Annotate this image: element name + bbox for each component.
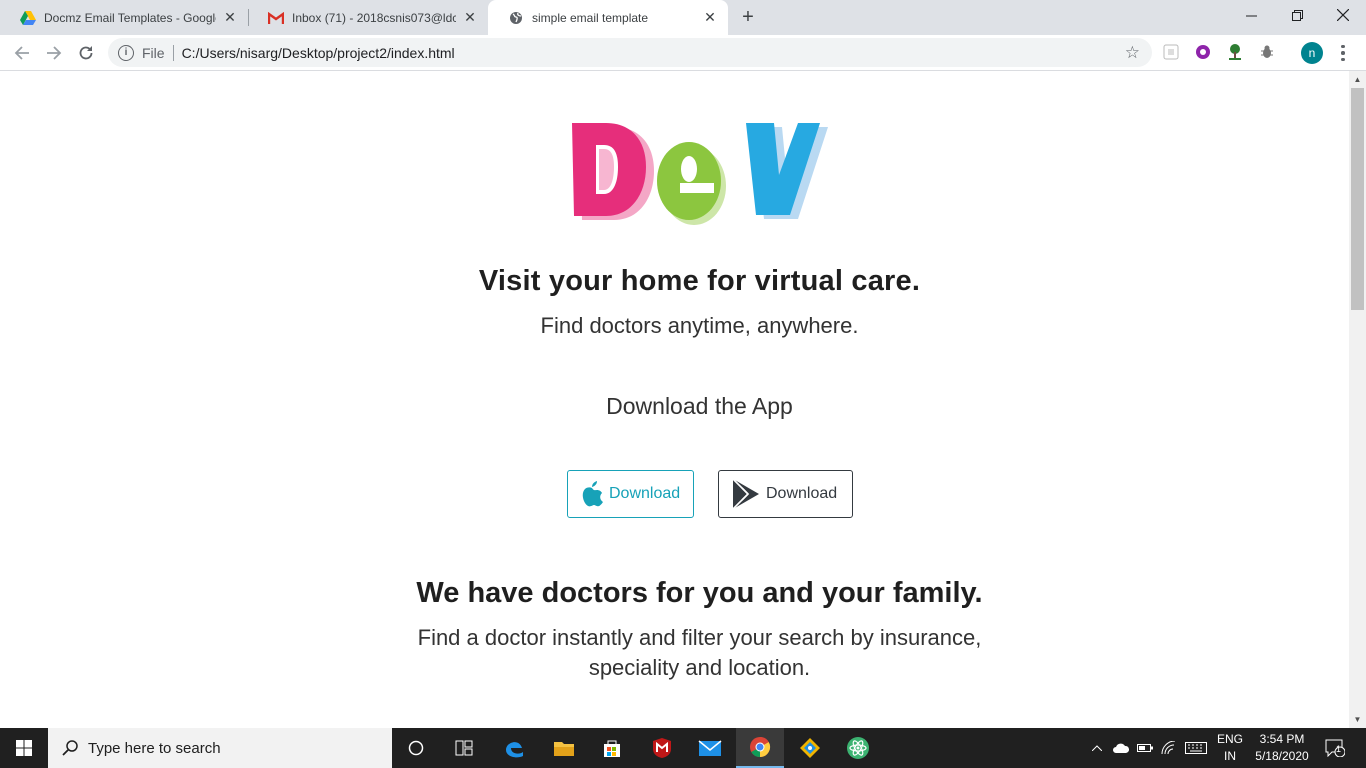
taskbar-clock[interactable]: 3:54 PM 5/18/2020 (1244, 731, 1320, 765)
apple-icon (580, 480, 604, 508)
tab-gmail-inbox[interactable]: Inbox (71) - 2018csnis073@ldce.a ✕ (248, 0, 488, 35)
microsoft-store-icon[interactable] (588, 728, 636, 768)
mcafee-icon[interactable] (638, 728, 686, 768)
close-icon[interactable]: ✕ (222, 9, 238, 26)
tab-title: Inbox (71) - 2018csnis073@ldce.a (292, 10, 456, 25)
page-headline: Visit your home for virtual care. (478, 265, 921, 297)
show-hidden-icons-chevron-icon[interactable] (1088, 728, 1106, 768)
mail-icon[interactable] (686, 728, 734, 768)
tab-docmz-templates[interactable]: Docmz Email Templates - Google ✕ (0, 0, 248, 35)
atom-editor-icon[interactable] (834, 728, 882, 768)
taskbar-search-box[interactable]: Type here to search (48, 728, 392, 768)
back-button[interactable] (6, 37, 38, 69)
security-label: File (142, 44, 165, 61)
download-title: Download the App (606, 393, 793, 419)
git-app-icon[interactable] (786, 728, 834, 768)
file-explorer-icon[interactable] (540, 728, 588, 768)
scroll-down-arrow-icon[interactable]: ▼ (1349, 711, 1366, 728)
globe-icon (508, 10, 524, 26)
search-icon (62, 740, 78, 756)
tab-title: simple email template (532, 10, 649, 25)
search-placeholder: Type here to search (88, 739, 221, 757)
bookmark-star-icon[interactable]: ☆ (1125, 43, 1140, 63)
address-divider (172, 44, 174, 61)
extension-icon[interactable] (1226, 43, 1244, 61)
dev-logo (572, 123, 828, 225)
cortana-icon[interactable] (392, 728, 440, 768)
section-text-line: speciality and location. (588, 655, 811, 680)
page-scrollbar[interactable]: ▲ ▼ (1349, 71, 1366, 728)
profile-avatar[interactable]: n (1301, 42, 1323, 64)
play-button-label: Download (766, 485, 838, 502)
google-drive-icon (20, 10, 36, 26)
minimize-icon[interactable] (1228, 0, 1274, 30)
region-code: IN (1224, 749, 1236, 763)
close-icon[interactable]: ✕ (462, 9, 478, 26)
bug-extension-icon[interactable] (1258, 43, 1276, 61)
windows-start-button[interactable] (0, 728, 48, 768)
tab-simple-email-template[interactable]: simple email template ✕ (488, 0, 728, 35)
keyboard-icon[interactable] (1184, 728, 1208, 768)
section-title: We have doctors for you and your family. (416, 577, 983, 609)
section-text: Find a doctor instantly and filter your … (0, 623, 1349, 683)
close-window-icon[interactable] (1320, 0, 1366, 30)
page-viewport: Visit your home for virtual care. Find d… (0, 71, 1349, 728)
wifi-icon[interactable] (1160, 728, 1178, 768)
section-text-line: Find a doctor instantly and filter your … (417, 625, 982, 650)
onedrive-cloud-icon[interactable] (1112, 728, 1130, 768)
reload-button[interactable] (70, 37, 102, 69)
clock-time: 3:54 PM (1259, 732, 1305, 746)
google-play-icon (731, 478, 761, 510)
page-subheadline: Find doctors anytime, anywhere. (540, 313, 859, 338)
address-bar[interactable]: i File C:/Users/nisarg/Desktop/project2/… (108, 38, 1152, 67)
language-indicator[interactable]: ENG IN (1212, 731, 1248, 765)
clock-date: 5/18/2020 (1255, 749, 1309, 763)
restore-icon[interactable] (1274, 0, 1320, 30)
scrollbar-thumb[interactable] (1351, 88, 1364, 310)
edge-browser-icon[interactable] (490, 728, 538, 768)
tab-strip: Docmz Email Templates - Google ✕ Inbox (… (0, 0, 1366, 35)
new-tab-button[interactable]: + (736, 5, 760, 29)
tab-title: Docmz Email Templates - Google (44, 10, 216, 25)
notification-count: 1 (1336, 744, 1342, 754)
task-view-icon[interactable] (440, 728, 488, 768)
chrome-icon[interactable] (736, 728, 784, 768)
app-store-download-button[interactable]: Download (567, 470, 694, 518)
scroll-up-arrow-icon[interactable]: ▲ (1349, 71, 1366, 88)
info-icon[interactable]: i (118, 44, 134, 61)
url-text[interactable]: C:/Users/nisarg/Desktop/project2/index.h… (182, 45, 1125, 61)
battery-icon[interactable] (1136, 728, 1154, 768)
forward-button[interactable] (38, 37, 70, 69)
action-center-icon[interactable]: 1 (1320, 728, 1350, 768)
windows-taskbar: Type here to search ENG IN 3:54 PM 5/18/… (0, 728, 1366, 768)
gmail-icon (268, 10, 284, 26)
play-store-download-button[interactable]: Download (718, 470, 853, 518)
apple-button-label: Download (609, 485, 681, 502)
extension-icon[interactable] (1194, 43, 1212, 61)
extension-icon[interactable] (1162, 43, 1180, 61)
close-icon[interactable]: ✕ (702, 9, 718, 26)
browser-toolbar: i File C:/Users/nisarg/Desktop/project2/… (0, 35, 1366, 71)
language-code: ENG (1216, 732, 1243, 746)
more-menu-icon[interactable] (1336, 41, 1350, 65)
